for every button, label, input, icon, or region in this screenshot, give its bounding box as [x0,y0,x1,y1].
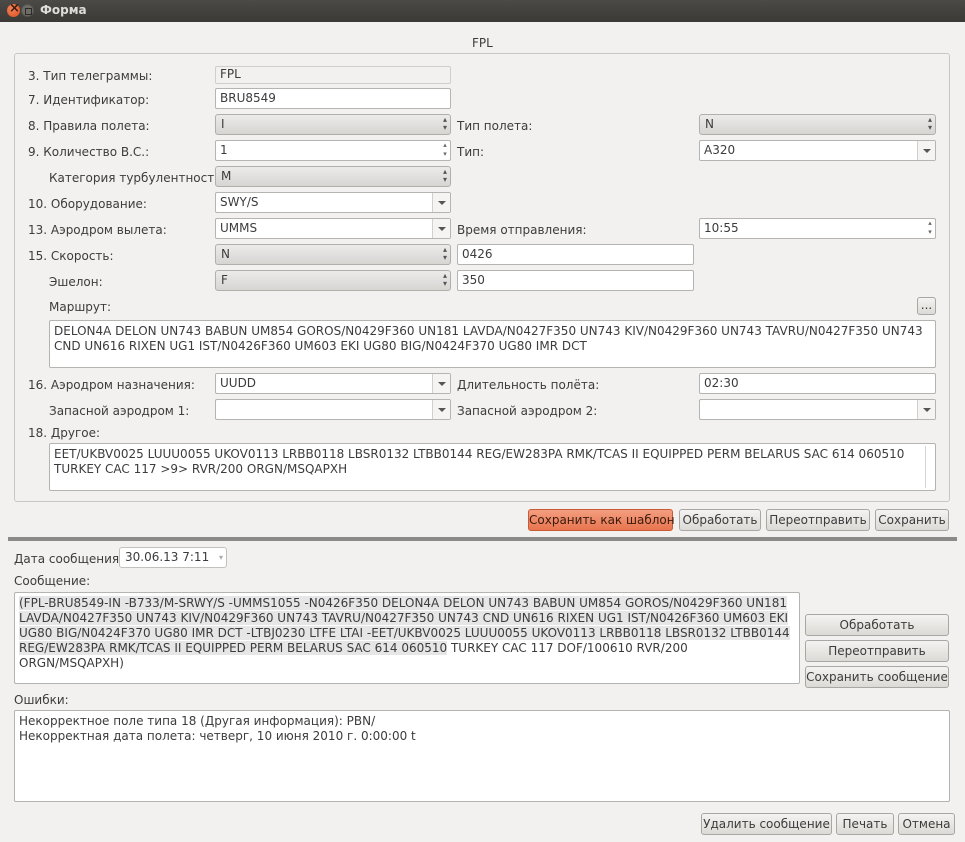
level-label: Эшелон: [49,275,103,289]
equip-combo[interactable]: SWY/S [215,192,451,213]
chevron-down-icon[interactable] [432,219,450,238]
rules-select[interactable]: I ▴ ▾ [215,114,451,135]
date-value: 30.06.13 7:11 [125,550,210,564]
spin-arrows-icon[interactable]: ▴ ▾ [925,219,935,238]
route-textarea[interactable]: DELON4A DELON UN743 BABUN UM854 GOROS/N0… [49,320,936,368]
equip-value: SWY/S [220,195,259,209]
date-label: Дата сообщения: [14,552,124,566]
duration-label: Длительность полёта: [457,378,600,392]
equip-label: 10. Оборудование: [28,197,147,211]
chevron-down-icon[interactable] [432,400,450,419]
id-input[interactable]: BRU8549 [215,88,451,109]
save-template-button[interactable]: Сохранить как шаблон [528,509,675,531]
route-edit-button[interactable]: ... [917,297,936,315]
dep-value: UMMS [220,221,258,235]
updown-icon: ▴ ▾ [442,167,447,184]
spin-arrows-icon[interactable]: ▴ ▾ [440,141,450,160]
duration-input[interactable]: 02:30 [699,373,936,394]
turb-label: Категория турбулентности: [49,171,227,185]
ac-type-value: A320 [704,143,736,157]
count-spinbox[interactable]: 1 ▴ ▾ [215,140,451,161]
id-label: 7. Идентификатор: [28,93,150,107]
dest-combo[interactable]: UUDD [215,373,451,394]
error-line: Некорректная дата полета: четверг, 10 ию… [19,729,416,743]
print-button[interactable]: Печать [836,813,894,835]
type-field: FPL [215,66,451,84]
level-unit-select[interactable]: F ▴ ▾ [215,270,451,291]
message-label: Сообщение: [14,574,91,588]
minimize-icon[interactable] [21,4,34,17]
chevron-down-icon[interactable] [432,374,450,393]
turb-select[interactable]: M ▴ ▾ [215,166,451,187]
error-line: Некорректное поле типа 18 (Другая информ… [19,714,376,728]
flight-type-select[interactable]: N ▴ ▾ [699,114,936,135]
cancel-button[interactable]: Отмена [898,813,955,835]
errors-textarea[interactable]: Некорректное поле типа 18 (Другая информ… [14,710,950,802]
scrollbar[interactable] [925,446,933,488]
process-button[interactable]: Обработать [679,509,761,531]
close-icon[interactable] [7,1,20,17]
chevron-down-icon: ▾ [218,553,223,562]
window-title: Форма [40,3,87,17]
errors-label: Ошибки: [14,693,69,707]
speed-unit-select[interactable]: N ▴ ▾ [215,244,451,265]
dep-time-spinbox[interactable]: 10:55 ▴ ▾ [699,218,936,239]
rules-label: 8. Правила полета: [28,119,150,133]
updown-icon: ▴ ▾ [442,245,447,262]
splitter-handle[interactable] [8,537,957,541]
speed-input[interactable]: 0426 [457,244,694,265]
message-textarea[interactable]: (FPL-BRU8549-IN -B733/M-SRWY/S -UMMS1055… [14,592,800,684]
ac-type-label: Тип: [457,145,485,159]
chevron-down-icon[interactable] [917,400,935,419]
ac-type-combo[interactable]: A320 [699,140,936,161]
other-textarea[interactable]: EET/UKBV0025 LUUU0055 UKOV0113 LRBB0118 … [49,443,936,491]
alt2-combo[interactable] [699,399,936,420]
dep-time-label: Время отправления: [457,223,587,237]
dest-value: UUDD [220,376,257,390]
updown-icon: ▴ ▾ [442,115,447,132]
title-bar: Форма [0,0,965,22]
rules-value: I [221,117,225,131]
updown-icon: ▴ ▾ [442,271,447,288]
route-label: Маршрут: [49,300,112,314]
dep-time-value: 10:55 [704,221,739,235]
count-value: 1 [220,143,228,157]
level-unit-value: F [221,273,228,287]
resend-button[interactable]: Переотправить [766,509,870,531]
level-input[interactable]: 350 [457,270,694,291]
chevron-down-icon[interactable] [432,193,450,212]
alt1-label: Запасной аэродром 1: [49,404,190,418]
chevron-down-icon[interactable] [917,141,935,160]
dep-label: 13. Аэродром вылета: [28,223,167,237]
message-process-button[interactable]: Обработать [805,614,949,636]
updown-icon: ▴ ▾ [927,115,932,132]
turb-value: M [221,169,232,183]
other-text: EET/UKBV0025 LUUU0055 UKOV0113 LRBB0118 … [54,447,905,476]
type-label: 3. Тип телеграммы: [28,69,153,83]
speed-label: 15. Скорость: [28,249,114,263]
dep-combo[interactable]: UMMS [215,218,451,239]
dest-label: 16. Аэродром назначения: [28,378,195,392]
form-header: FPL [472,36,493,50]
flight-type-label: Тип полета: [457,119,533,133]
save-button[interactable]: Сохранить [875,509,949,531]
delete-message-button[interactable]: Удалить сообщение [701,813,832,835]
count-label: 9. Количество В.С.: [28,145,150,159]
flight-type-value: N [705,117,714,131]
alt1-combo[interactable] [215,399,451,420]
save-message-button[interactable]: Сохранить сообщение [805,666,949,688]
message-resend-button[interactable]: Переотправить [805,640,949,662]
date-combo[interactable]: 30.06.13 7:11 ▾ [119,547,227,568]
alt2-label: Запасной аэродром 2: [457,404,598,418]
other-label: 18. Другое: [28,426,101,440]
speed-unit-value: N [221,247,230,261]
